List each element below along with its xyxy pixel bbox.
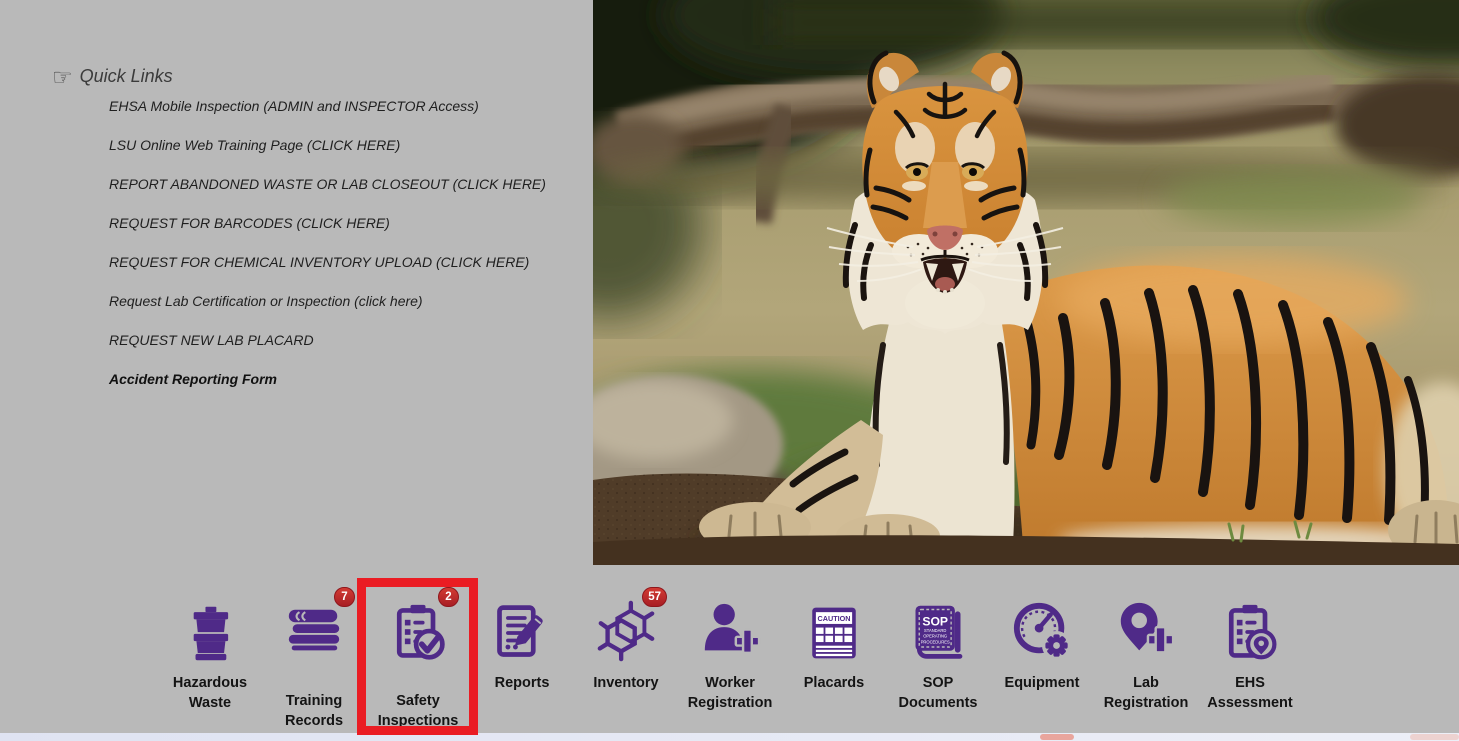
nav-item-ehs-assessment[interactable]: EHS Assessment: [1198, 578, 1302, 731]
sop-title-text: SOP: [922, 614, 948, 628]
pointing-hand-icon: ☞: [52, 67, 73, 87]
nav-item-worker-registration[interactable]: Worker Registration: [678, 578, 782, 731]
tiger-photo: [593, 0, 1459, 565]
quick-link-item: LSU Online Web Training Page (CLICK HERE…: [109, 137, 546, 176]
nav-label: Worker Registration: [678, 674, 782, 713]
quick-link-item: Accident Reporting Form: [109, 371, 546, 410]
quick-link-accident-reporting[interactable]: Accident Reporting Form: [109, 371, 277, 387]
nav-label: Lab Registration: [1094, 674, 1198, 713]
placard-caution-text: CAUTION: [817, 614, 850, 623]
nav-item-lab-registration[interactable]: Lab Registration: [1094, 578, 1198, 731]
nav-item-safety-inspections[interactable]: 2 Safety Inspections: [366, 578, 470, 731]
nav-item-reports[interactable]: Reports: [470, 578, 574, 731]
inventory-badge: 57: [642, 587, 667, 607]
quick-link-lab-certification[interactable]: Request Lab Certification or Inspection …: [109, 293, 423, 309]
quick-link-item: EHSA Mobile Inspection (ADMIN and INSPEC…: [109, 98, 546, 137]
quick-links-list: EHSA Mobile Inspection (ADMIN and INSPEC…: [109, 98, 546, 410]
clipboard-pin-icon: [1220, 602, 1280, 662]
nav-label: Safety Inspections: [366, 692, 470, 731]
nav-label: EHS Assessment: [1198, 674, 1302, 713]
sop-book-icon: SOP STANDARD OPERATING PROCEDURES: [908, 602, 968, 662]
sop-sub-text-1: STANDARD: [924, 628, 946, 633]
nav-item-placards[interactable]: CAUTION Placards: [782, 578, 886, 731]
training-records-badge: 7: [334, 587, 355, 607]
clipboard-check-icon: [388, 602, 448, 662]
quick-link-item: REQUEST FOR BARCODES (CLICK HERE): [109, 215, 546, 254]
nav-item-hazardous-waste[interactable]: Hazardous Waste: [158, 578, 262, 731]
quick-link-item: REQUEST NEW LAB PLACARD: [109, 332, 546, 371]
caution-placard-icon: CAUTION: [805, 604, 863, 662]
hazardous-waste-drum-icon: [181, 604, 239, 662]
quick-link-ehsa-mobile[interactable]: EHSA Mobile Inspection (ADMIN and INSPEC…: [109, 98, 479, 114]
tiger-illustration: [593, 0, 1459, 565]
nav-label: Inventory: [574, 674, 678, 694]
pin-add-icon: [1115, 600, 1177, 662]
horizontal-scrollbar[interactable]: [0, 733, 1459, 741]
nav-label: Training Records: [262, 692, 366, 731]
nav-label: Placards: [782, 674, 886, 694]
books-icon: [283, 600, 345, 662]
quick-link-report-abandoned-waste[interactable]: REPORT ABANDONED WASTE OR LAB CLOSEOUT (…: [109, 176, 546, 192]
nav-label: Equipment: [990, 674, 1094, 694]
scrollbar-thumb[interactable]: [1040, 734, 1074, 740]
quick-links-title: Quick Links: [80, 66, 173, 87]
person-add-icon: [699, 600, 761, 662]
sop-sub-text-2: OPERATING: [923, 634, 947, 639]
quick-link-item: REQUEST FOR CHEMICAL INVENTORY UPLOAD (C…: [109, 254, 546, 293]
nav-item-training-records[interactable]: 7 Training Records: [262, 578, 366, 731]
sop-sub-text-3: PROCEDURES: [921, 639, 950, 644]
molecule-icon: [595, 600, 657, 662]
nav-item-equipment[interactable]: Equipment: [990, 578, 1094, 731]
nav-label: SOP Documents: [886, 674, 990, 713]
quick-link-item: REPORT ABANDONED WASTE OR LAB CLOSEOUT (…: [109, 176, 546, 215]
document-pencil-icon: [492, 602, 552, 662]
safety-inspections-badge: 2: [438, 587, 459, 607]
quick-link-chemical-inventory-upload[interactable]: REQUEST FOR CHEMICAL INVENTORY UPLOAD (C…: [109, 254, 529, 270]
quick-links-header: ☞ Quick Links: [52, 66, 173, 87]
nav-item-sop-documents[interactable]: SOP STANDARD OPERATING PROCEDURES SOP Do…: [886, 578, 990, 731]
quick-link-new-lab-placard[interactable]: REQUEST NEW LAB PLACARD: [109, 332, 314, 348]
nav-label: Reports: [470, 674, 574, 694]
nav-item-inventory[interactable]: 57 Inventory: [574, 578, 678, 731]
gauge-gear-icon: [1011, 600, 1073, 662]
quick-link-item: Request Lab Certification or Inspection …: [109, 293, 546, 332]
quick-link-lsu-training[interactable]: LSU Online Web Training Page (CLICK HERE…: [109, 137, 400, 153]
nav-label: Hazardous Waste: [158, 674, 262, 713]
bottom-nav: Hazardous Waste 7 Training Records 2: [158, 578, 1302, 731]
scrollbar-right-segment: [1410, 734, 1459, 740]
quick-link-request-barcodes[interactable]: REQUEST FOR BARCODES (CLICK HERE): [109, 215, 390, 231]
